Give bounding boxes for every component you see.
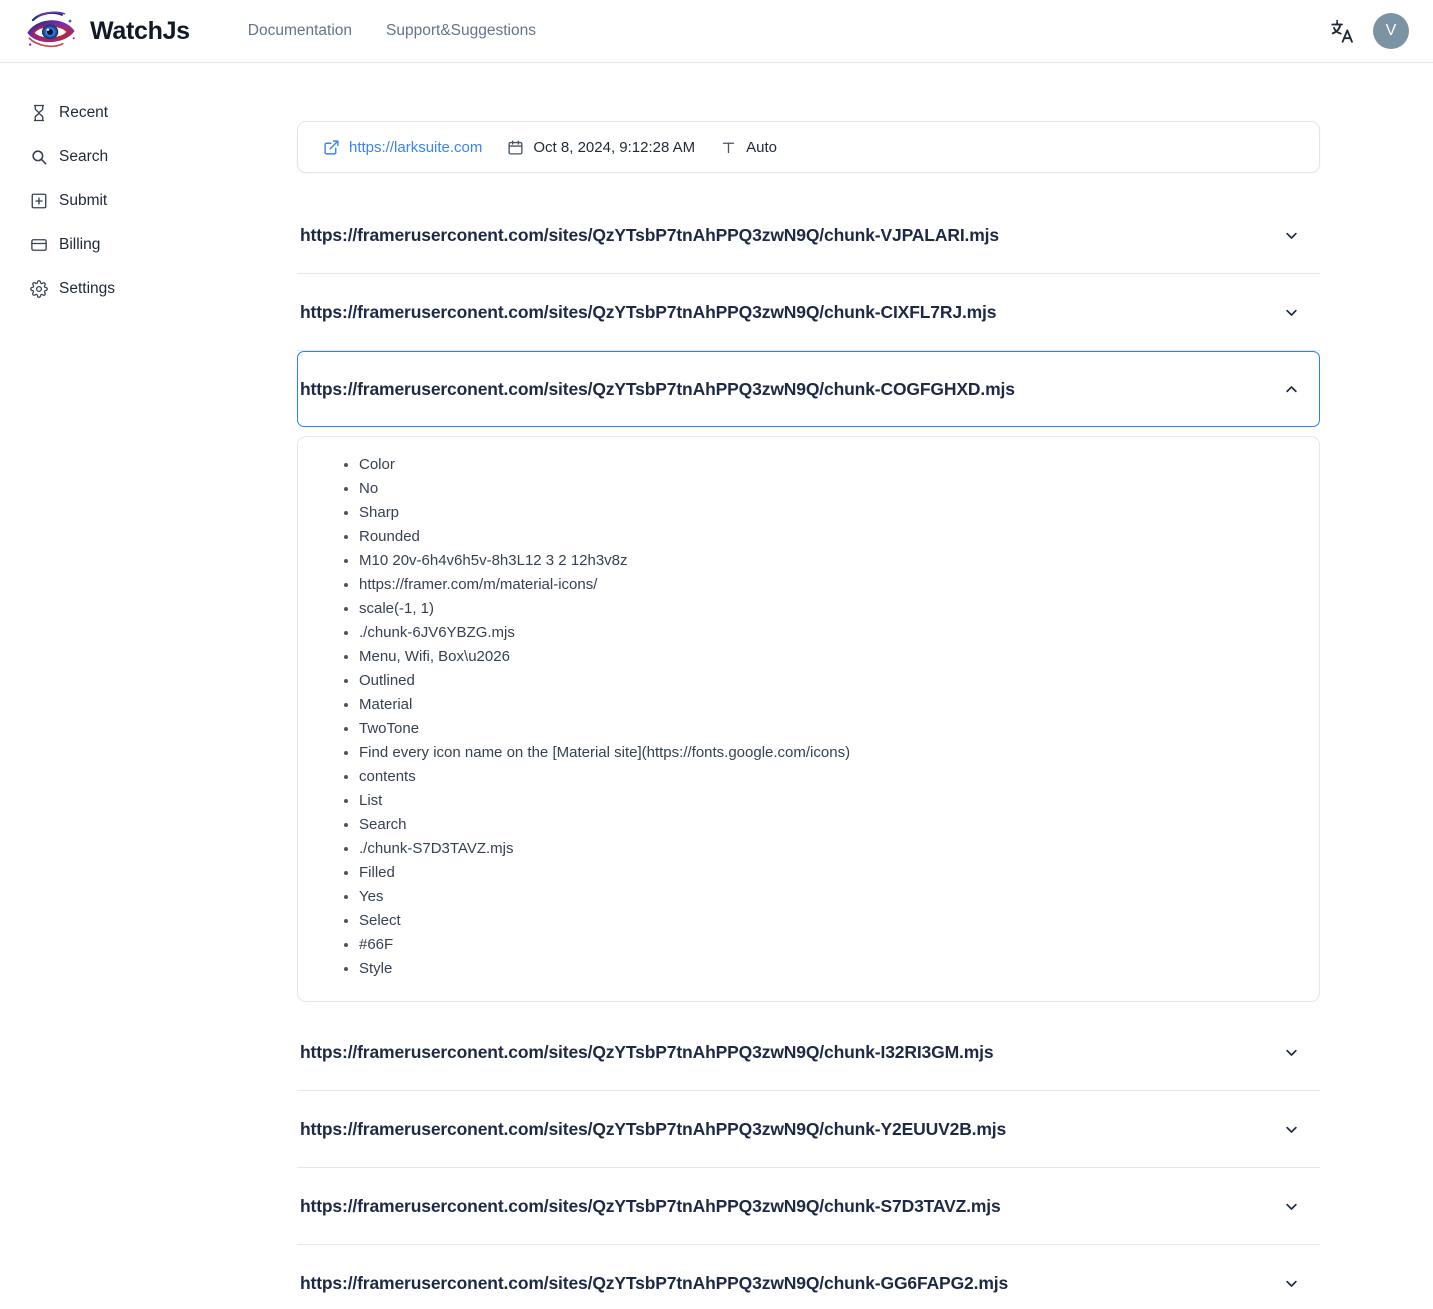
translate-icon[interactable] [1329,18,1355,44]
list-item: Menu, Wifi, Box\u2026 [359,645,1299,669]
page-layout: Recent Search Submit Billing Settings ht… [0,63,1433,1309]
top-bar: WatchJs Documentation Support&Suggestion… [0,0,1433,63]
search-icon [32,150,47,165]
top-bar-actions: V [1329,13,1409,49]
accordion-item-expanded: https://frameruserconent.com/sites/QzYTs… [297,351,1320,1002]
accordion-item: https://frameruserconent.com/sites/QzYTs… [297,1168,1320,1245]
chevron-down-icon[interactable] [1284,1199,1299,1214]
list-item: Select [359,909,1299,933]
external-link-icon [324,139,339,155]
list-item: No [359,477,1299,501]
accordion-item: https://frameruserconent.com/sites/QzYTs… [297,1014,1320,1091]
accordion-header[interactable]: https://frameruserconent.com/sites/QzYTs… [297,197,1320,273]
site-url-chip[interactable]: https://larksuite.com [323,139,482,156]
chevron-down-icon[interactable] [1284,305,1299,320]
accordion-title: https://frameruserconent.com/sites/QzYTs… [300,378,1015,399]
sidebar-item-submit[interactable]: Submit [0,179,297,223]
list-item: Style [359,957,1299,981]
chevron-down-icon[interactable] [1284,1045,1299,1060]
nav-support-suggestions[interactable]: Support&Suggestions [386,22,536,40]
mode-text: Auto [746,138,778,156]
list-item: Find every icon name on the [Material si… [359,741,1299,765]
page-info-bar: https://larksuite.com Oct 8, 2024, 9:12:… [297,121,1320,173]
accordion-title: https://frameruserconent.com/sites/QzYTs… [300,1118,1007,1139]
list-item: Sharp [359,501,1299,525]
sidebar-item-label: Recent [59,104,109,121]
list-item: Material [359,693,1299,717]
chevron-up-icon[interactable] [1284,382,1299,397]
chevron-down-icon[interactable] [1284,1276,1299,1291]
list-item: Yes [359,885,1299,909]
list-item: Outlined [359,669,1299,693]
brand-name: WatchJs [90,16,190,45]
capture-date-text: Oct 8, 2024, 9:12:28 AM [533,138,696,156]
chunk-string-list: ColorNoSharpRoundedM10 20v-6h4v6h5v-8h3L… [318,453,1299,981]
sidebar-item-label: Billing [59,236,101,253]
capture-date-chip: Oct 8, 2024, 9:12:28 AM [507,139,695,156]
sidebar-item-billing[interactable]: Billing [0,223,297,267]
accordion-item: https://frameruserconent.com/sites/QzYTs… [297,197,1320,274]
sidebar: Recent Search Submit Billing Settings [0,63,297,311]
sidebar-item-recent[interactable]: Recent [0,91,297,135]
accordion-item: https://frameruserconent.com/sites/QzYTs… [297,1245,1320,1309]
accordion-header[interactable]: https://frameruserconent.com/sites/QzYTs… [297,1091,1320,1167]
accordion-header-active[interactable]: https://frameruserconent.com/sites/QzYTs… [297,351,1320,427]
accordion-header[interactable]: https://frameruserconent.com/sites/QzYTs… [297,274,1320,350]
eye-logo-icon [27,11,75,48]
list-item: #66F [359,933,1299,957]
accordion-title: https://frameruserconent.com/sites/QzYTs… [300,224,999,245]
chevron-down-icon[interactable] [1284,1122,1299,1137]
avatar[interactable]: V [1373,13,1409,49]
plus-square-icon [31,193,47,209]
hourglass-icon [33,104,45,122]
accordion-item: https://frameruserconent.com/sites/QzYTs… [297,274,1320,351]
accordion-title: https://frameruserconent.com/sites/QzYTs… [300,1272,1009,1293]
accordion-header[interactable]: https://frameruserconent.com/sites/QzYTs… [297,1168,1320,1244]
calendar-icon [508,139,523,155]
site-url-text: https://larksuite.com [349,138,483,156]
top-navigation: Documentation Support&Suggestions [248,22,536,40]
list-item: M10 20v-6h4v6h5v-8h3L12 3 2 12h3v8z [359,549,1299,573]
sidebar-item-label: Submit [59,192,108,209]
list-item: TwoTone [359,717,1299,741]
chevron-down-icon[interactable] [1284,228,1299,243]
chunk-accordion-list: https://frameruserconent.com/sites/QzYTs… [297,197,1320,1309]
nav-documentation[interactable]: Documentation [248,22,352,40]
list-item: ./chunk-6JV6YBZG.mjs [359,621,1299,645]
list-item: Rounded [359,525,1299,549]
list-item: Filled [359,861,1299,885]
accordion-title: https://frameruserconent.com/sites/QzYTs… [300,1195,1001,1216]
brand[interactable]: WatchJs [22,8,190,54]
accordion-title: https://frameruserconent.com/sites/QzYTs… [300,301,997,322]
sidebar-item-settings[interactable]: Settings [0,267,297,311]
mode-chip[interactable]: Auto [720,139,777,156]
accordion-header[interactable]: https://frameruserconent.com/sites/QzYTs… [297,1245,1320,1309]
gear-icon [30,280,48,298]
accordion-item: https://frameruserconent.com/sites/QzYTs… [297,1091,1320,1168]
list-item: contents [359,765,1299,789]
list-item: Color [359,453,1299,477]
accordion-title: https://frameruserconent.com/sites/QzYTs… [300,1041,994,1062]
sidebar-item-search[interactable]: Search [0,135,297,179]
main-content: https://larksuite.com Oct 8, 2024, 9:12:… [297,63,1433,1309]
list-item: https://framer.com/m/material-icons/ [359,573,1299,597]
accordion-panel: ColorNoSharpRoundedM10 20v-6h4v6h5v-8h3L… [297,436,1320,1002]
list-item: List [359,789,1299,813]
sidebar-item-label: Search [59,148,109,165]
accordion-header[interactable]: https://frameruserconent.com/sites/QzYTs… [297,1014,1320,1090]
list-item: Search [359,813,1299,837]
sidebar-item-label: Settings [59,280,116,297]
list-item: ./chunk-S7D3TAVZ.mjs [359,837,1299,861]
credit-card-icon [31,239,47,251]
text-format-icon [723,142,735,153]
list-item: scale(-1, 1) [359,597,1299,621]
